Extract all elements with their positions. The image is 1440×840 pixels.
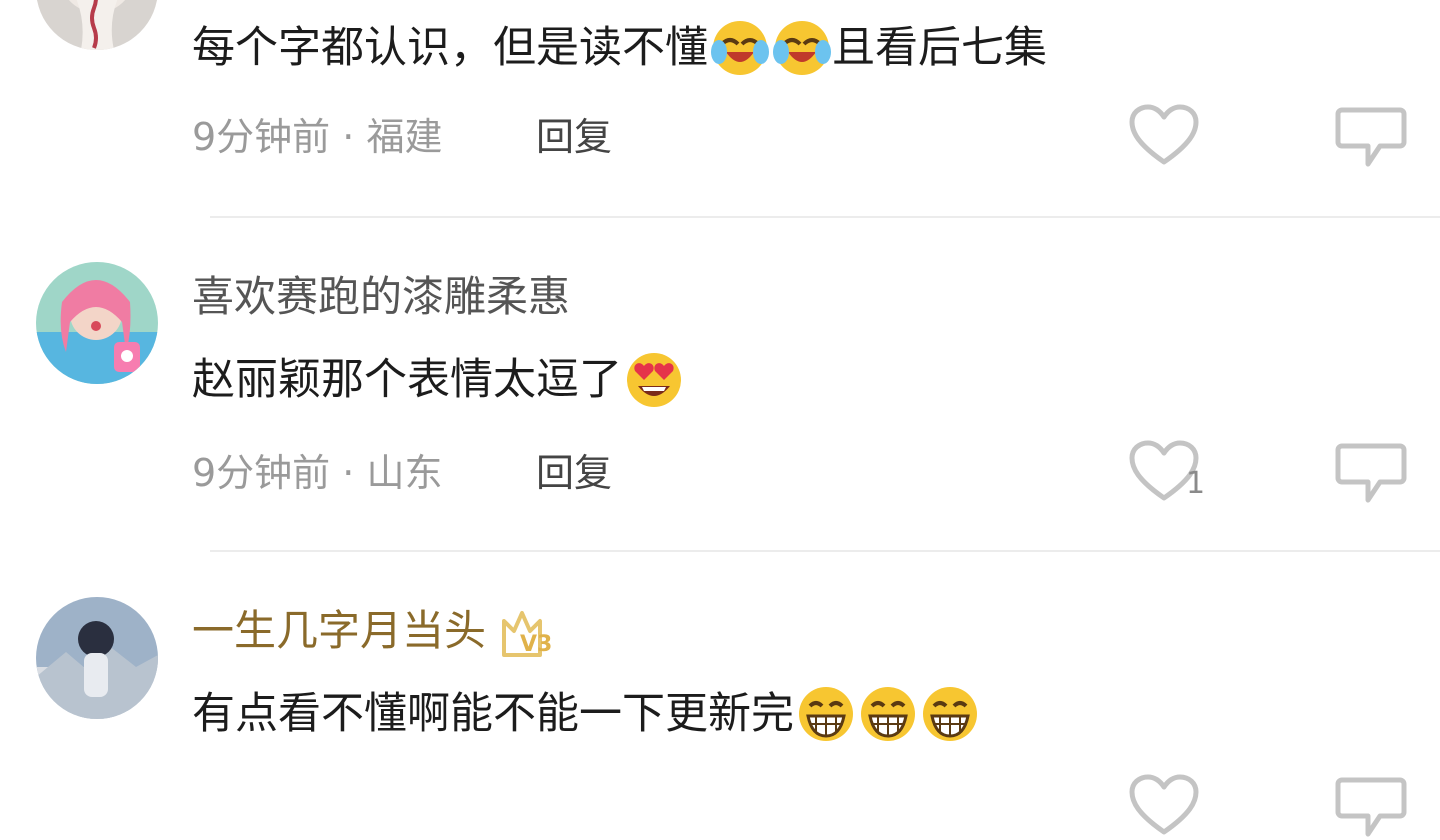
vip-level-text: V3 [520, 632, 552, 657]
grin-emoji [920, 684, 980, 744]
comment-time: 9分钟前 [192, 451, 331, 495]
heart-eyes-emoji [624, 350, 684, 410]
grin-emoji [796, 684, 856, 744]
comment-bubble-icon [1335, 107, 1407, 167]
comment-text-part: 且看后七集 [832, 23, 1047, 73]
comment-meta: 9分钟前 · 福建 [192, 114, 442, 160]
like-count: 1 [1186, 466, 1206, 501]
comment-text: 每个字都认识，但是读不懂 且看后七集 [192, 18, 1047, 78]
reply-button[interactable]: 回复 [536, 114, 612, 160]
heart-icon [1129, 104, 1199, 165]
comment-meta: 9分钟前 · 山东 [192, 450, 442, 496]
comment-text: 有点看不懂啊能不能一下更新完 [192, 684, 980, 744]
like-button[interactable] [1128, 104, 1200, 168]
username-text: 一生几字月当头 [192, 606, 487, 655]
divider [210, 550, 1440, 552]
like-button[interactable] [1128, 774, 1200, 838]
comment-location: 福建 [366, 115, 443, 159]
comment-time: 9分钟前 [192, 115, 331, 159]
avatar[interactable] [36, 0, 158, 50]
avatar[interactable] [36, 597, 158, 719]
comment-text: 赵丽颖那个表情太逗了 [192, 350, 684, 410]
avatar[interactable] [36, 262, 158, 384]
meta-separator: · [342, 451, 367, 495]
username[interactable]: 一生几字月当头 V3 [192, 606, 568, 659]
laugh-cry-emoji [772, 18, 832, 78]
comment-button[interactable] [1334, 104, 1408, 170]
comment-bubble-icon [1335, 777, 1407, 837]
comment-location: 山东 [366, 451, 443, 495]
comment-text-part: 赵丽颖那个表情太逗了 [192, 355, 622, 405]
divider [210, 216, 1440, 218]
heart-icon [1129, 774, 1199, 835]
username[interactable]: 喜欢赛跑的漆雕柔惠 [192, 272, 570, 322]
meta-separator: · [342, 115, 367, 159]
reply-button[interactable]: 回复 [536, 450, 612, 496]
comment-button[interactable] [1334, 774, 1408, 840]
comment-bubble-icon [1335, 443, 1407, 503]
comment-text-part: 每个字都认识，但是读不懂 [192, 23, 708, 73]
grin-emoji [858, 684, 918, 744]
vip-badge-icon: V3 [500, 609, 568, 659]
laugh-cry-emoji [710, 18, 770, 78]
comment-button[interactable] [1334, 440, 1408, 506]
comment-text-part: 有点看不懂啊能不能一下更新完 [192, 689, 794, 739]
